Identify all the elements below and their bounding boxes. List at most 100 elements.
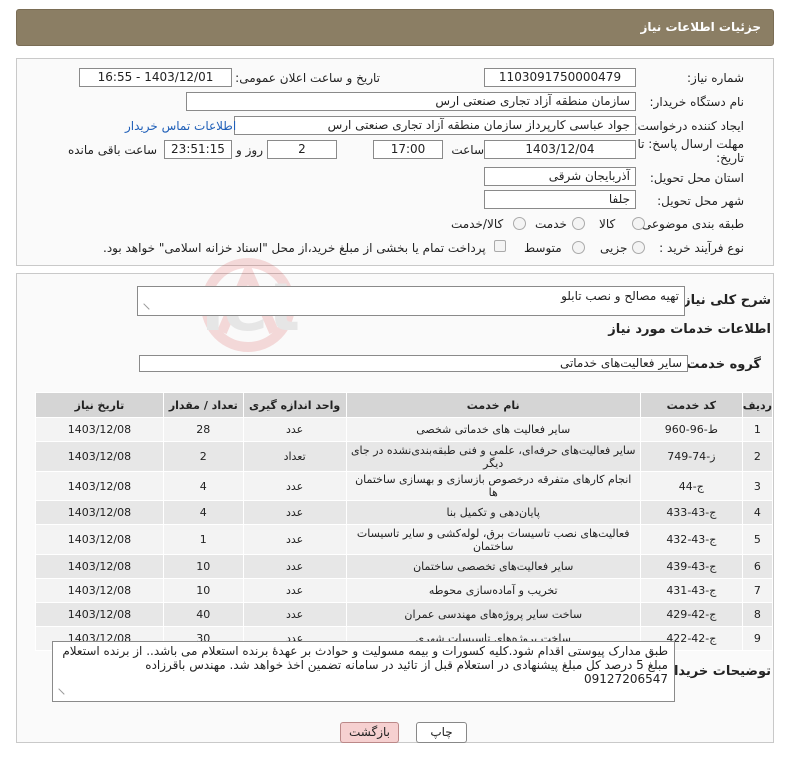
remaining-label: ساعت باقی مانده bbox=[67, 143, 157, 157]
page-title: جزئیات اطلاعات نیاز bbox=[640, 20, 761, 34]
remaining-time-field: 23:51:15 bbox=[164, 140, 232, 159]
cell-qty: 2 bbox=[162, 441, 244, 472]
table-row: 7 ج-43-431 تخریب و آماده‌سازی محوطه عدد … bbox=[35, 578, 774, 603]
purchase-radio-minor[interactable] bbox=[632, 241, 645, 254]
services-table: ردیف کد خدمت نام خدمت واحد اندازه گیری ت… bbox=[35, 392, 774, 651]
description-field: تهیه مصالح و نصب تابلو bbox=[137, 286, 685, 316]
table-row: 8 ج-42-429 ساخت سایر پروژه‌های مهندسی عم… bbox=[35, 602, 774, 627]
cell-date: 1403/12/08 bbox=[35, 524, 164, 555]
buyer-notes-label: توضیحات خریدار: bbox=[661, 664, 771, 679]
back-button[interactable]: بازگشت bbox=[340, 722, 399, 743]
city-label: شهر محل تحویل: bbox=[657, 194, 744, 208]
deadline-time-field: 17:00 bbox=[373, 140, 443, 159]
cell-code: ج-43-433 bbox=[639, 500, 743, 525]
cell-unit: عدد bbox=[242, 471, 347, 501]
category-radio-goods-service[interactable] bbox=[513, 217, 526, 230]
requester-field: جواد عباسی کارپرداز سازمان منطقه آزاد تج… bbox=[234, 116, 636, 135]
services-section-title: اطلاعات خدمات مورد نیاز bbox=[608, 322, 771, 337]
cell-qty: 10 bbox=[162, 554, 244, 579]
cell-name: سایر فعالیت‌های حرفه‌ای، علمی و فنی طبقه… bbox=[345, 441, 641, 472]
province-label: استان محل تحویل: bbox=[649, 171, 744, 185]
table-header-row: ردیف کد خدمت نام خدمت واحد اندازه گیری ت… bbox=[35, 392, 774, 418]
cell-row: 5 bbox=[741, 524, 774, 555]
announce-field: 1403/12/01 - 16:55 bbox=[79, 68, 232, 87]
category-radio-service[interactable] bbox=[572, 217, 585, 230]
cell-date: 1403/12/08 bbox=[35, 578, 164, 603]
cell-row: 1 bbox=[741, 417, 774, 442]
cell-code: ط-96-960 bbox=[639, 417, 743, 442]
table-row: 6 ج-43-439 سایر فعالیت‌های تخصصی ساختمان… bbox=[35, 554, 774, 579]
cell-code: ز-74-749 bbox=[639, 441, 743, 472]
requester-label: ایجاد کننده درخواست: bbox=[633, 119, 744, 133]
category-option-service: خدمت bbox=[535, 217, 567, 231]
service-group-field: سایر فعالیت‌های خدماتی bbox=[139, 355, 688, 372]
service-group-label: گروه خدمت: bbox=[681, 357, 761, 372]
cell-date: 1403/12/08 bbox=[35, 417, 164, 442]
cell-code: ج-43-432 bbox=[639, 524, 743, 555]
cell-qty: 1 bbox=[162, 524, 244, 555]
deadline-date-field: 1403/12/04 bbox=[484, 140, 636, 159]
category-radio-goods[interactable] bbox=[632, 217, 645, 230]
cell-code: ج-43-431 bbox=[639, 578, 743, 603]
cell-date: 1403/12/08 bbox=[35, 441, 164, 472]
cell-row: 6 bbox=[741, 554, 774, 579]
deadline-label-date: تاریخ: bbox=[716, 151, 744, 165]
cell-qty: 40 bbox=[162, 602, 244, 627]
cell-name: انجام کارهای متفرقه درخصوص بازسازی و بهس… bbox=[345, 471, 641, 501]
category-option-goods-service: کالا/خدمت bbox=[451, 217, 504, 231]
table-row: 5 ج-43-432 فعالیت‌های نصب تاسیسات برق، ل… bbox=[35, 524, 774, 555]
purchase-radio-medium[interactable] bbox=[572, 241, 585, 254]
cell-date: 1403/12/08 bbox=[35, 602, 164, 627]
cell-date: 1403/12/08 bbox=[35, 500, 164, 525]
table-row: 4 ج-43-433 پایان‌دهی و تکمیل بنا عدد 4 1… bbox=[35, 500, 774, 525]
page-header: جزئیات اطلاعات نیاز bbox=[16, 9, 774, 46]
days-field: 2 bbox=[267, 140, 337, 159]
cell-row: 7 bbox=[741, 578, 774, 603]
cell-name: ساخت سایر پروژه‌های مهندسی عمران bbox=[345, 602, 641, 627]
announce-label: تاریخ و ساعت اعلان عمومی: bbox=[235, 71, 380, 85]
col-quantity: تعداد / مقدار bbox=[162, 392, 244, 418]
col-service-name: نام خدمت bbox=[345, 392, 641, 418]
category-option-goods: کالا bbox=[599, 217, 616, 231]
cell-name: تخریب و آماده‌سازی محوطه bbox=[345, 578, 641, 603]
purchase-type-label: نوع فرآیند خرید : bbox=[659, 241, 744, 255]
cell-unit: عدد bbox=[242, 524, 347, 555]
col-service-code: کد خدمت bbox=[639, 392, 743, 418]
print-button[interactable]: چاپ bbox=[416, 722, 467, 743]
buyer-org-label: نام دستگاه خریدار: bbox=[649, 95, 745, 109]
days-label: روز و bbox=[236, 143, 263, 157]
cell-unit: عدد bbox=[242, 602, 347, 627]
buyer-org-field: سازمان منطقه آزاد تجاری صنعتی ارس bbox=[186, 92, 636, 111]
cell-unit: تعداد bbox=[242, 441, 347, 472]
cell-qty: 28 bbox=[162, 417, 244, 442]
purchase-option-minor: جزیی bbox=[600, 241, 628, 255]
cell-date: 1403/12/08 bbox=[35, 471, 164, 501]
cell-row: 8 bbox=[741, 602, 774, 627]
cell-row: 9 bbox=[741, 626, 774, 651]
cell-qty: 4 bbox=[162, 471, 244, 501]
cell-unit: عدد bbox=[242, 417, 347, 442]
treasury-payment-note: پرداخت تمام یا بخشی از مبلغ خرید،از محل … bbox=[103, 241, 486, 255]
table-row: 2 ز-74-749 سایر فعالیت‌های حرفه‌ای، علمی… bbox=[35, 441, 774, 472]
category-label: طبقه بندی موضوعی: bbox=[637, 217, 744, 231]
deadline-hour-label: ساعت bbox=[451, 143, 484, 157]
table-row: 1 ط-96-960 سایر فعالیت های خدماتی شخصی ع… bbox=[35, 417, 774, 442]
treasury-payment-checkbox[interactable] bbox=[494, 240, 506, 252]
details-panel bbox=[16, 58, 774, 266]
purchase-option-medium: متوسط bbox=[524, 241, 562, 255]
cell-name: فعالیت‌های نصب تاسیسات برق، لوله‌کشی و س… bbox=[345, 524, 641, 555]
cell-name: سایر فعالیت های خدماتی شخصی bbox=[345, 417, 641, 442]
cell-name: پایان‌دهی و تکمیل بنا bbox=[345, 500, 641, 525]
cell-qty: 10 bbox=[162, 578, 244, 603]
cell-code: ج-42-429 bbox=[639, 602, 743, 627]
cell-row: 2 bbox=[741, 441, 774, 472]
cell-date: 1403/12/08 bbox=[35, 554, 164, 579]
need-number-label: شماره نیاز: bbox=[687, 71, 744, 85]
cell-row: 4 bbox=[741, 500, 774, 525]
cell-unit: عدد bbox=[242, 578, 347, 603]
cell-unit: عدد bbox=[242, 554, 347, 579]
col-row-number: ردیف bbox=[741, 392, 774, 418]
buyer-contact-link[interactable]: اطلاعات تماس خریدار bbox=[125, 119, 236, 133]
buyer-notes-field: طبق مدارک پیوستی اقدام شود.کلیه کسورات و… bbox=[52, 641, 675, 702]
description-label: شرح کلی نیاز: bbox=[677, 293, 771, 308]
